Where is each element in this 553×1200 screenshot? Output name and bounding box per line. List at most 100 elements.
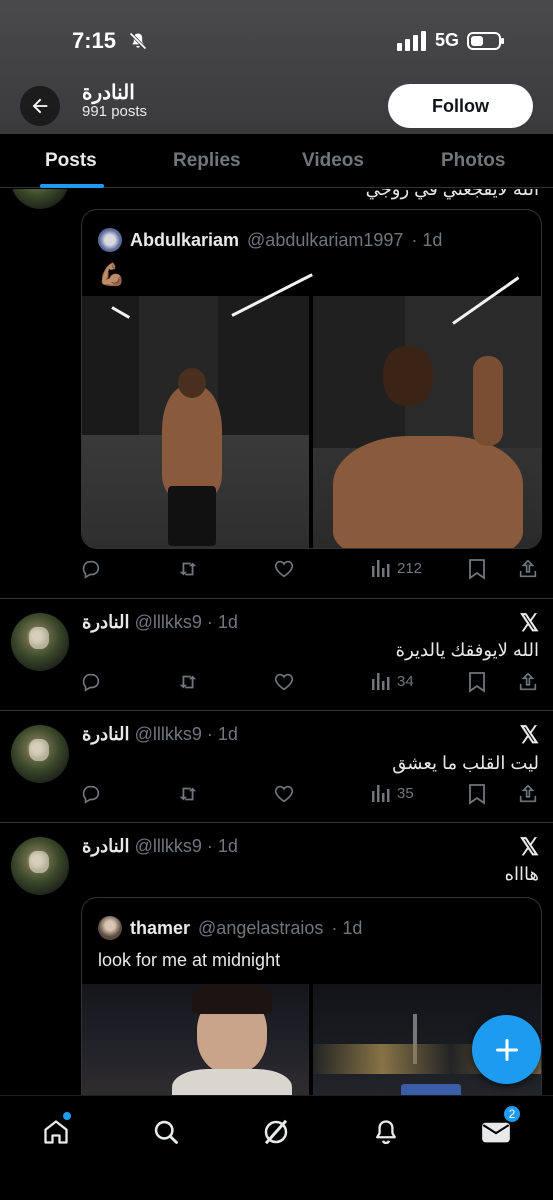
repost-icon <box>179 787 197 801</box>
profile-tabs: Posts Replies Videos Photos <box>0 134 553 188</box>
share-button[interactable] <box>517 558 539 580</box>
share-icon <box>519 784 537 803</box>
tab-posts[interactable]: Posts <box>45 150 97 172</box>
home-icon <box>44 1120 68 1144</box>
bookmark-icon <box>469 559 485 580</box>
nav-grok[interactable] <box>256 1112 296 1152</box>
share-button[interactable] <box>517 671 539 693</box>
post-actions: 212 <box>80 558 540 584</box>
divider <box>0 822 553 823</box>
post-time: · 1d <box>206 612 238 632</box>
reply-button[interactable] <box>80 783 102 805</box>
view-count: 212 <box>397 559 423 577</box>
views-icon <box>372 785 390 802</box>
like-button[interactable] <box>273 783 295 805</box>
author-name[interactable]: النادرة <box>82 612 130 632</box>
x-logo-icon: 𝕏 <box>519 722 539 749</box>
author-name[interactable]: النادرة <box>82 836 130 856</box>
reply-button[interactable] <box>80 671 102 693</box>
quoted-post[interactable]: Abdulkariam @abdulkariam1997 · 1d 💪🏽 <box>81 209 542 549</box>
notification-dot <box>63 1112 71 1120</box>
quoted-post-text: 💪🏽 <box>98 262 126 287</box>
avatar[interactable] <box>11 613 69 671</box>
follow-button[interactable]: Follow <box>388 84 533 128</box>
post-image[interactable] <box>82 984 309 1095</box>
compose-button[interactable] <box>472 1015 541 1084</box>
quoted-author-name: thamer <box>130 917 191 938</box>
avatar[interactable] <box>11 837 69 895</box>
reply-icon <box>82 560 100 579</box>
messages-badge: 2 <box>502 1104 522 1124</box>
heart-icon <box>274 673 294 691</box>
heart-icon <box>274 560 294 578</box>
post-time: · 1d <box>206 724 238 744</box>
quoted-post-time: · 1d <box>331 917 363 938</box>
profile-header: 7:15 5G النادرة 991 posts Follow <box>0 0 553 134</box>
post-text: ليت القلب ما يعشق <box>392 753 539 773</box>
quoted-author-handle: @angelastraios <box>198 917 324 938</box>
quoted-author-handle: @abdulkariam1997 <box>247 229 404 250</box>
like-button[interactable] <box>273 558 295 580</box>
view-count: 35 <box>397 784 414 802</box>
nav-messages[interactable]: 2 <box>476 1104 522 1152</box>
repost-button[interactable] <box>176 671 200 693</box>
views-button[interactable]: 212 <box>371 558 422 578</box>
quoted-post[interactable]: thamer @angelastraios · 1d look for me a… <box>81 897 542 1095</box>
reply-icon <box>82 785 100 804</box>
active-tab-indicator <box>40 184 104 188</box>
post-author: النادرة @lllkks9 · 1d <box>82 724 238 745</box>
author-handle: @lllkks9 <box>134 836 202 856</box>
network-label: 5G <box>434 30 459 50</box>
battery-icon <box>467 31 504 50</box>
post-author: النادرة @lllkks9 · 1d <box>82 836 238 857</box>
tab-videos[interactable]: Videos <box>302 150 364 172</box>
author-handle: @lllkks9 <box>134 612 202 632</box>
divider <box>0 710 553 711</box>
avatar <box>98 228 122 252</box>
reply-icon <box>82 673 100 692</box>
bookmark-button[interactable] <box>467 558 487 580</box>
back-button[interactable] <box>20 86 60 126</box>
post-actions: 34 <box>80 671 540 697</box>
nav-notifications[interactable] <box>366 1112 406 1152</box>
tab-replies[interactable]: Replies <box>173 150 241 172</box>
clock: 7:15 <box>72 28 117 53</box>
nav-search[interactable] <box>146 1112 186 1152</box>
repost-icon <box>179 675 197 689</box>
post-text: الله لايفجعني في زوجي <box>365 189 539 199</box>
bookmark-button[interactable] <box>467 783 487 805</box>
post-text: هاااه <box>504 864 539 884</box>
author-name[interactable]: النادرة <box>82 724 130 744</box>
views-button[interactable]: 35 <box>371 783 414 803</box>
nav-home[interactable] <box>36 1112 76 1152</box>
view-count: 34 <box>397 672 414 690</box>
status-bar-right: 5G <box>396 30 505 51</box>
repost-button[interactable] <box>176 783 200 805</box>
views-button[interactable]: 34 <box>371 671 414 691</box>
post-image[interactable] <box>313 276 541 548</box>
repost-button[interactable] <box>176 558 200 580</box>
status-bar-time: 7:15 <box>72 28 148 54</box>
share-icon <box>519 672 537 691</box>
profile-name: النادرة <box>82 82 135 104</box>
tab-photos[interactable]: Photos <box>441 150 505 172</box>
post-count: 991 posts <box>82 103 148 120</box>
like-button[interactable] <box>273 671 295 693</box>
reply-button[interactable] <box>80 558 102 580</box>
bookmark-button[interactable] <box>467 671 487 693</box>
quoted-author-name: Abdulkariam <box>130 229 240 250</box>
timeline: الله لايفجعني في زوجي Abdulkariam @abdul… <box>0 189 553 1095</box>
post-image[interactable] <box>82 273 313 548</box>
grok-icon <box>264 1119 288 1145</box>
bookmark-icon <box>469 784 485 805</box>
post-text: الله لايوفقك يالديرة <box>395 640 539 660</box>
post-actions: 35 <box>80 783 540 809</box>
avatar[interactable] <box>11 725 69 783</box>
avatar[interactable] <box>11 189 69 209</box>
quoted-post-time: · 1d <box>411 229 443 250</box>
search-icon <box>154 1120 178 1144</box>
views-icon <box>372 560 390 577</box>
repost-icon <box>179 562 197 576</box>
bell-muted-icon <box>129 32 147 50</box>
share-button[interactable] <box>517 783 539 805</box>
